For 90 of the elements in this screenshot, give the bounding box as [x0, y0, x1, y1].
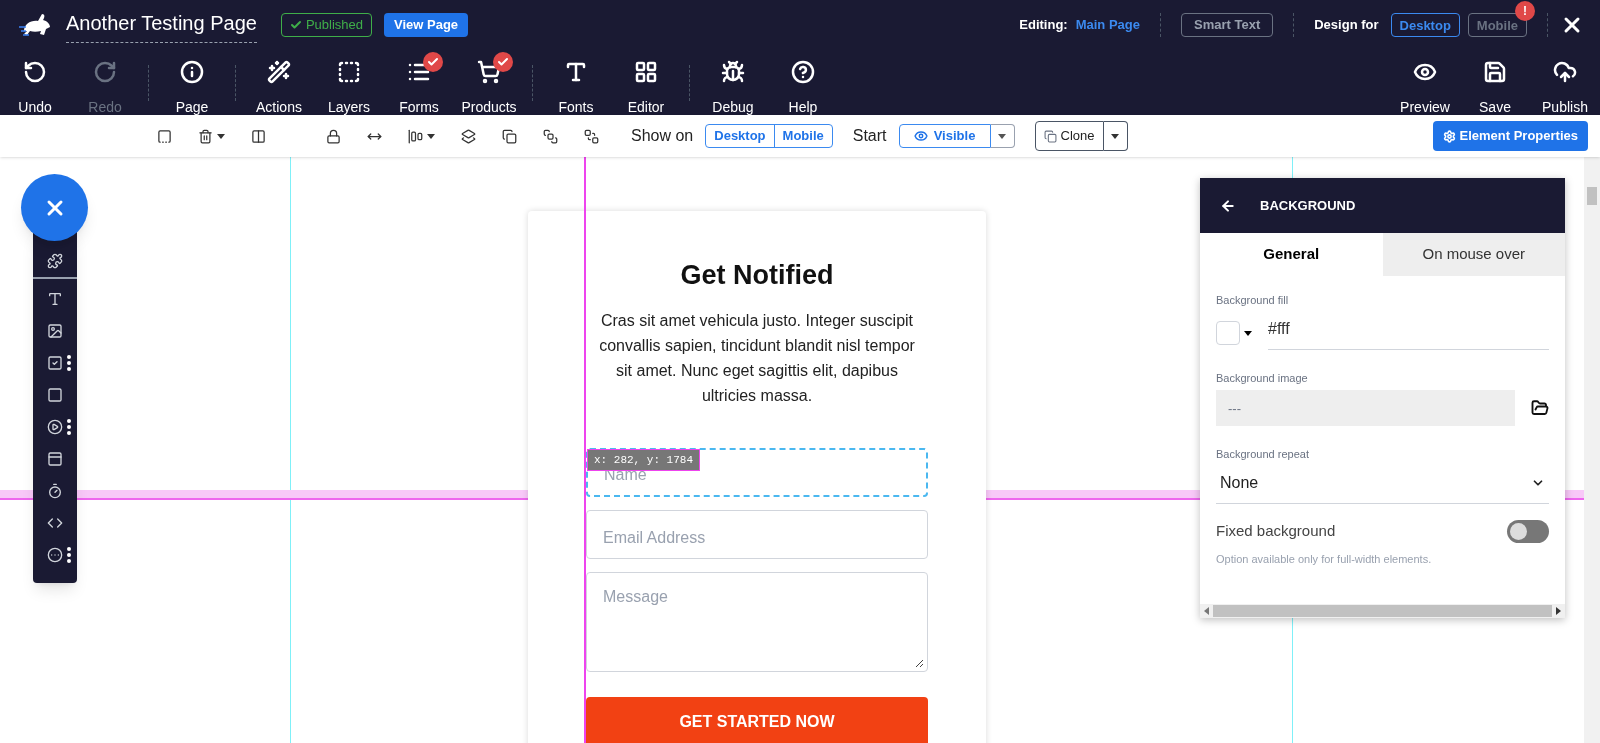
clone-button[interactable]: Clone: [1034, 121, 1104, 151]
toolbar-button[interactable]: Save: [1460, 51, 1530, 114]
check-badge-icon: [423, 51, 443, 72]
panel-tab[interactable]: On mouse over: [1382, 233, 1565, 276]
page-title[interactable]: Another Testing Page: [66, 7, 257, 43]
check-badge-icon: [493, 51, 513, 72]
show-on-label: Show on: [631, 126, 694, 146]
toolbar-button[interactable]: Help: [768, 51, 838, 114]
check-icon: [289, 19, 302, 31]
play-icon[interactable]: [47, 419, 63, 435]
show-on-toggle[interactable]: Desktop: [706, 125, 774, 147]
panel-title: BACKGROUND: [1260, 196, 1356, 215]
toolbar-button[interactable]: Publish: [1530, 51, 1600, 114]
editing-label: Editing:: [1019, 16, 1068, 35]
toolbar-button[interactable]: Fonts: [541, 51, 611, 114]
box-icon[interactable]: [47, 387, 63, 403]
cloud-upload-icon: [1553, 59, 1577, 84]
puzzle-icon[interactable]: [47, 253, 63, 269]
magic-wand-icon: [267, 59, 291, 84]
published-badge: Published: [280, 13, 372, 37]
panel-icon[interactable]: [47, 451, 63, 467]
scroll-right-icon[interactable]: [1556, 607, 1561, 615]
fill-color-field[interactable]: #fff: [1268, 316, 1549, 350]
cart-icon: [477, 59, 501, 84]
gear-icon: [1442, 129, 1456, 143]
fixed-background-hint: Option available only for full-width elements.: [1216, 551, 1433, 567]
rabbit-logo-icon: [18, 11, 52, 39]
get-started-button[interactable]: GET STARTED NOW: [586, 696, 928, 743]
toolbar-button[interactable]: Layers: [314, 51, 384, 114]
element-properties-button[interactable]: Element Properties: [1432, 121, 1588, 151]
visibility-dropdown[interactable]: [990, 124, 1015, 148]
checkbox-icon[interactable]: [47, 355, 63, 371]
help-icon: [791, 59, 815, 84]
more-dots-icon[interactable]: [67, 355, 71, 371]
caret-icon[interactable]: [217, 133, 225, 139]
repeat-label: Background repeat: [1216, 447, 1310, 462]
layers-frame-icon: [337, 59, 361, 84]
resize-handle-icon: [915, 658, 923, 667]
more-dots-icon[interactable]: [67, 419, 71, 435]
coordinates-tooltip: x: 282, y: 1784: [587, 448, 701, 471]
alert-badge: !: [1515, 0, 1535, 21]
info-icon: [180, 59, 204, 84]
fixed-background-label: Fixed background: [1216, 520, 1336, 541]
toolbar-button[interactable]: Undo: [0, 51, 70, 114]
undo-icon: [23, 59, 47, 84]
align-icon[interactable]: [408, 128, 423, 144]
device-toggle[interactable]: Desktop: [1390, 13, 1460, 38]
more-icon[interactable]: [47, 547, 63, 563]
editing-page-link[interactable]: Main Page: [1075, 15, 1140, 35]
toolbar-button[interactable]: Editor: [611, 51, 681, 114]
repeat-select[interactable]: None: [1216, 470, 1549, 504]
clone-dropdown[interactable]: [1103, 121, 1128, 151]
start-label: Start: [852, 126, 887, 146]
eye-icon: [913, 129, 928, 143]
caret-icon[interactable]: [1244, 330, 1252, 336]
folder-icon[interactable]: [1531, 399, 1549, 417]
text-icon[interactable]: [47, 291, 63, 307]
fill-label: Background fill: [1216, 293, 1290, 308]
timer-icon[interactable]: [47, 483, 63, 499]
toolbar-button[interactable]: Forms: [384, 51, 454, 114]
scrollbar-thumb[interactable]: [1213, 605, 1552, 617]
smart-text-button[interactable]: Smart Text: [1181, 13, 1274, 37]
view-page-button[interactable]: View Page: [384, 13, 469, 37]
grid-icon: [634, 59, 658, 84]
image-icon[interactable]: [47, 323, 63, 339]
toolbar-button[interactable]: Products: [454, 51, 524, 114]
color-swatch[interactable]: [1216, 321, 1240, 345]
caret-icon[interactable]: [427, 133, 435, 139]
design-for-label: Design for: [1314, 16, 1379, 35]
scroll-left-icon[interactable]: [1204, 607, 1209, 615]
trash-icon[interactable]: [198, 128, 213, 144]
card-description: Cras sit amet vehicula justo. Integer suscipit convallis sapien, tincidunt blandit nisl tempor sit amet. Nunc eget sagittis elit, dapibus ultricies massa.: [598, 310, 916, 406]
toolbar-button[interactable]: Preview: [1390, 51, 1460, 114]
show-on-toggle[interactable]: Mobile: [773, 125, 832, 147]
toolbar-button[interactable]: Debug: [698, 51, 768, 114]
toolbar-button[interactable]: Actions: [244, 51, 314, 114]
visibility-select[interactable]: Visible: [898, 124, 991, 148]
fixed-background-toggle[interactable]: [1507, 519, 1549, 543]
code-icon[interactable]: [47, 515, 63, 531]
toolbar-button[interactable]: Page: [157, 51, 227, 114]
back-arrow-icon[interactable]: [1220, 197, 1236, 214]
card-heading: Get Notified: [680, 259, 834, 292]
save-icon: [1483, 59, 1507, 84]
more-dots-icon[interactable]: [67, 547, 71, 563]
redo-icon: [93, 59, 117, 84]
lock-icon[interactable]: [326, 128, 341, 144]
bug-icon: [721, 59, 745, 84]
image-label: Background image: [1216, 370, 1309, 386]
copy-icon: [1043, 129, 1057, 143]
image-field[interactable]: ---: [1216, 390, 1515, 426]
